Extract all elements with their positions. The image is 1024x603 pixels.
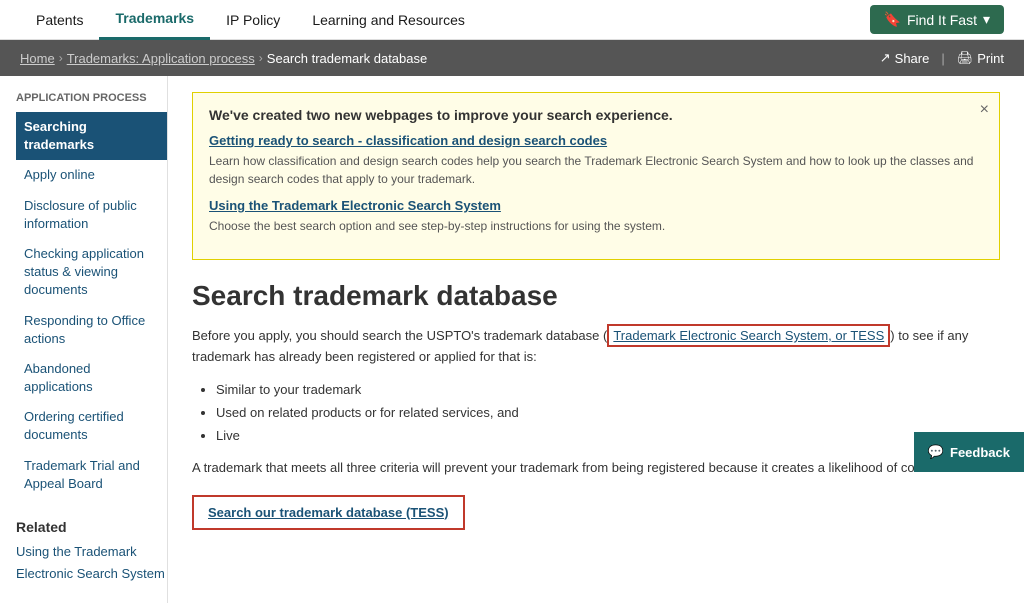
feedback-label: Feedback <box>950 445 1010 460</box>
page-body: Search trademark database Before you app… <box>192 280 1000 530</box>
sidebar-item-responding[interactable]: Responding to Office actions <box>16 306 167 354</box>
breadcrumb-sep-1: › <box>59 51 63 65</box>
sidebar-link-apply[interactable]: Apply online <box>16 160 167 190</box>
main-content: Application process Searching trademarks… <box>0 76 1024 603</box>
breadcrumb-actions: ↗ Share | 🖨 Print <box>880 50 1004 66</box>
breadcrumb-current: Search trademark database <box>267 51 427 66</box>
sidebar-item-abandoned[interactable]: Abandoned applications <box>16 354 167 402</box>
content-area: × We've created two new webpages to impr… <box>168 76 1024 603</box>
criteria-item-2: Used on related products or for related … <box>216 401 1000 424</box>
find-it-fast-label: Find It Fast <box>907 12 977 28</box>
feedback-icon: 💬 <box>928 444 944 460</box>
related-link-using-trademark[interactable]: Using the Trademark <box>16 543 167 561</box>
sidebar-item-disclosure[interactable]: Disclosure of public information <box>16 191 167 239</box>
nav-trademarks[interactable]: Trademarks <box>99 0 210 40</box>
sidebar-nav: Searching trademarks Apply online Disclo… <box>16 112 167 499</box>
breadcrumb: Home › Trademarks: Application process ›… <box>20 51 427 66</box>
notice-link-1[interactable]: Getting ready to search - classification… <box>209 133 983 148</box>
chevron-down-icon: ▾ <box>983 11 990 28</box>
breadcrumb-bar: Home › Trademarks: Application process ›… <box>0 40 1024 76</box>
sidebar-link-abandoned[interactable]: Abandoned applications <box>16 354 167 402</box>
breadcrumb-application-process[interactable]: Trademarks: Application process <box>67 51 255 66</box>
sidebar-item-ttab[interactable]: Trademark Trial and Appeal Board <box>16 451 167 499</box>
nav-patents[interactable]: Patents <box>20 0 99 40</box>
notice-desc-2: Choose the best search option and see st… <box>209 217 983 235</box>
top-nav: Patents Trademarks IP Policy Learning an… <box>0 0 1024 40</box>
notice-close-button[interactable]: × <box>980 101 989 119</box>
search-tess-button[interactable]: Search our trademark database (TESS) <box>192 495 465 530</box>
criteria-item-3: Live <box>216 424 1000 447</box>
print-icon: 🖨 <box>957 50 974 66</box>
print-link[interactable]: 🖨 Print <box>957 50 1004 66</box>
sidebar: Application process Searching trademarks… <box>0 76 168 603</box>
sidebar-link-ttab[interactable]: Trademark Trial and Appeal Board <box>16 451 167 499</box>
sidebar-section-label: Application process <box>16 92 167 104</box>
sidebar-link-responding[interactable]: Responding to Office actions <box>16 306 167 354</box>
tess-link[interactable]: Trademark Electronic Search System, or T… <box>613 328 884 343</box>
breadcrumb-home[interactable]: Home <box>20 51 55 66</box>
criteria-list: Similar to your trademark Used on relate… <box>216 378 1000 448</box>
notice-desc-1: Learn how classification and design sear… <box>209 152 983 188</box>
notice-link-2[interactable]: Using the Trademark Electronic Search Sy… <box>209 198 983 213</box>
related-link-tess[interactable]: Electronic Search System <box>16 565 167 583</box>
sidebar-item-checking[interactable]: Checking application status & viewing do… <box>16 239 167 306</box>
nav-learning[interactable]: Learning and Resources <box>296 0 481 40</box>
sidebar-link-searching[interactable]: Searching trademarks <box>16 112 167 160</box>
notice-box: × We've created two new webpages to impr… <box>192 92 1000 260</box>
action-divider: | <box>941 51 944 66</box>
page-confusion-text: A trademark that meets all three criteri… <box>192 458 1000 479</box>
related-section: Related Using the Trademark Electronic S… <box>16 519 167 583</box>
nav-ip-policy[interactable]: IP Policy <box>210 0 296 40</box>
share-label: Share <box>895 51 930 66</box>
breadcrumb-sep-2: › <box>259 51 263 65</box>
share-link[interactable]: ↗ Share <box>880 50 930 66</box>
sidebar-link-disclosure[interactable]: Disclosure of public information <box>16 191 167 239</box>
feedback-button[interactable]: 💬 Feedback <box>914 432 1024 472</box>
notice-heading: We've created two new webpages to improv… <box>209 107 983 123</box>
find-it-fast-button[interactable]: 🔖 Find It Fast ▾ <box>870 5 1005 34</box>
print-label: Print <box>977 51 1004 66</box>
sidebar-item-ordering[interactable]: Ordering certified documents <box>16 402 167 450</box>
page-intro-paragraph: Before you apply, you should search the … <box>192 326 1000 368</box>
page-title: Search trademark database <box>192 280 1000 312</box>
sidebar-link-ordering[interactable]: Ordering certified documents <box>16 402 167 450</box>
related-heading: Related <box>16 519 167 535</box>
nav-links: Patents Trademarks IP Policy Learning an… <box>20 0 870 40</box>
criteria-item-1: Similar to your trademark <box>216 378 1000 401</box>
bookmark-icon: 🔖 <box>884 11 901 28</box>
sidebar-link-checking[interactable]: Checking application status & viewing do… <box>16 239 167 306</box>
share-icon: ↗ <box>880 50 891 66</box>
sidebar-item-apply[interactable]: Apply online <box>16 160 167 190</box>
sidebar-item-searching[interactable]: Searching trademarks <box>16 112 167 160</box>
page-body-text1: Before you apply, you should search the … <box>192 328 607 343</box>
